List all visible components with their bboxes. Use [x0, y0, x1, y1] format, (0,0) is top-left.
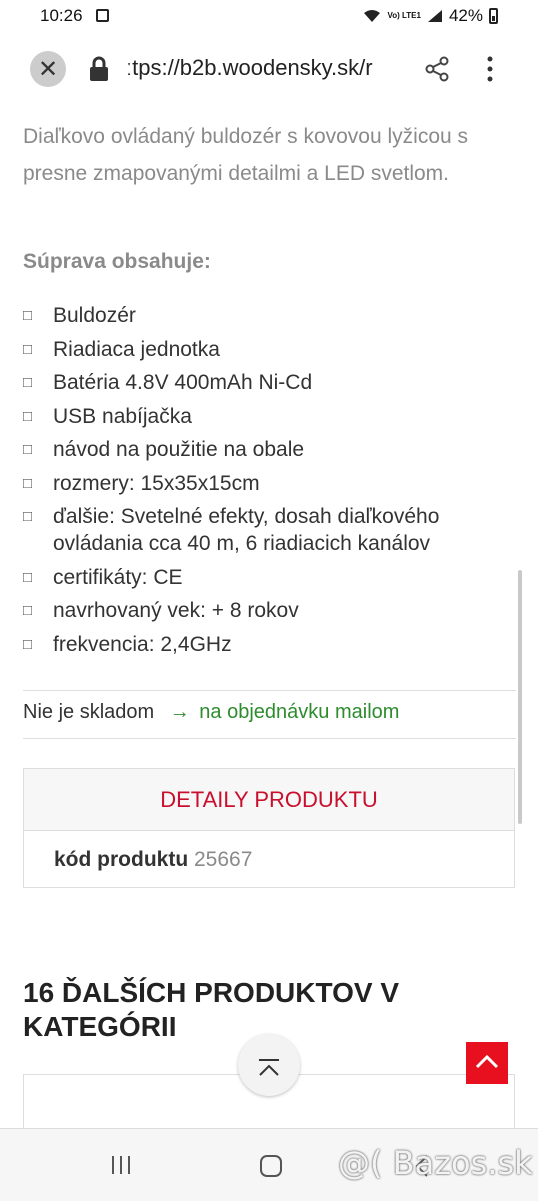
bullet-icon: □ — [23, 407, 33, 425]
gallery-notification-icon — [96, 9, 109, 22]
wifi-icon — [364, 10, 381, 22]
recent-apps-icon[interactable] — [110, 1155, 132, 1175]
product-code-row: kód produktu 25667 — [24, 831, 514, 888]
network-type-label: Vo) LTE1 — [387, 11, 421, 20]
arrow-right-icon: → — [169, 701, 190, 723]
back-to-top-button[interactable] — [466, 1042, 508, 1084]
product-details-panel: DETAILY PRODUKTU kód produktu 25667 — [23, 768, 515, 888]
lock-icon[interactable] — [88, 56, 110, 82]
chevron-up-icon — [259, 1059, 279, 1076]
watermark-text: @( Bazos.sk — [338, 1144, 533, 1182]
status-bar: 10:26 Vo) LTE1 42% — [0, 0, 538, 34]
product-code-label: kód produktu — [54, 848, 189, 871]
more-options-icon[interactable] — [478, 54, 502, 84]
set-contents-title: Súprava obsahuje: — [23, 250, 211, 273]
bullet-icon: □ — [23, 474, 33, 492]
bullet-icon: □ — [23, 508, 33, 525]
status-time: 10:26 — [40, 6, 83, 25]
scroll-to-top-button[interactable] — [238, 1034, 300, 1096]
category-section-title: 16 ĎALŠÍCH PRODUKTOV V KATEGÓRII — [23, 977, 399, 1042]
url-field[interactable]: ːtps://b2b.woodensky.sk/r — [126, 55, 402, 81]
battery-percent: 42% — [448, 6, 483, 25]
list-item: □ Batéria 4.8V 400mAh Ni-Cd — [23, 371, 313, 394]
bullet-icon: □ — [23, 374, 33, 391]
product-details-heading: DETAILY PRODUKTU — [24, 769, 514, 831]
contents-list: □ Buldozér □ Riadiaca jednotka □ Batéria 4.… — [23, 302, 493, 664]
order-by-email-link[interactable]: na objednávku mailom — [199, 701, 399, 723]
list-item: □ navrhovaný vek: + 8 rokov — [23, 599, 299, 622]
chevron-up-icon — [475, 1054, 499, 1069]
signal-icon — [427, 10, 442, 22]
list-item: □ rozmery: 15x35x15cm — [23, 471, 260, 495]
stock-status: Nie je skladom → na objednávku mailom — [23, 701, 399, 724]
share-icon[interactable] — [424, 56, 450, 82]
stock-status-label: Nie je skladom — [23, 701, 155, 723]
bullet-icon: □ — [23, 307, 33, 324]
close-icon: ✕ — [37, 55, 59, 83]
list-item: □ certifikáty: CE — [23, 565, 183, 589]
product-code-value: 25667 — [194, 848, 253, 871]
status-indicators: Vo) LTE1 42% — [363, 6, 498, 26]
list-item: □ frekvencia: 2,4GHz — [23, 632, 232, 656]
bullet-icon: □ — [23, 635, 33, 653]
list-item: □ Riadiaca jednotka — [23, 337, 220, 361]
battery-icon — [489, 8, 498, 24]
divider — [23, 738, 516, 739]
divider — [23, 690, 516, 691]
scrollbar-thumb[interactable] — [518, 570, 522, 824]
list-item: □ ďalšie: Svetelné efekty, dosah diaľkové… — [23, 505, 440, 555]
close-tab-button[interactable]: ✕ — [30, 51, 66, 87]
bullet-icon: □ — [23, 568, 33, 586]
bullet-icon: □ — [23, 602, 33, 619]
list-item: □ návod na použitie na obale — [23, 438, 305, 461]
list-item: □ Buldozér — [23, 304, 136, 327]
home-icon[interactable] — [260, 1155, 282, 1177]
bullet-icon: □ — [23, 441, 33, 458]
bullet-icon: □ — [23, 340, 33, 358]
product-description: Diaľkovo ovládaný buldozér s kovovou lyž… — [23, 125, 469, 185]
browser-toolbar: ✕ ːtps://b2b.woodensky.sk/r — [0, 34, 538, 104]
list-item: □ USB nabíjačka — [23, 404, 192, 428]
